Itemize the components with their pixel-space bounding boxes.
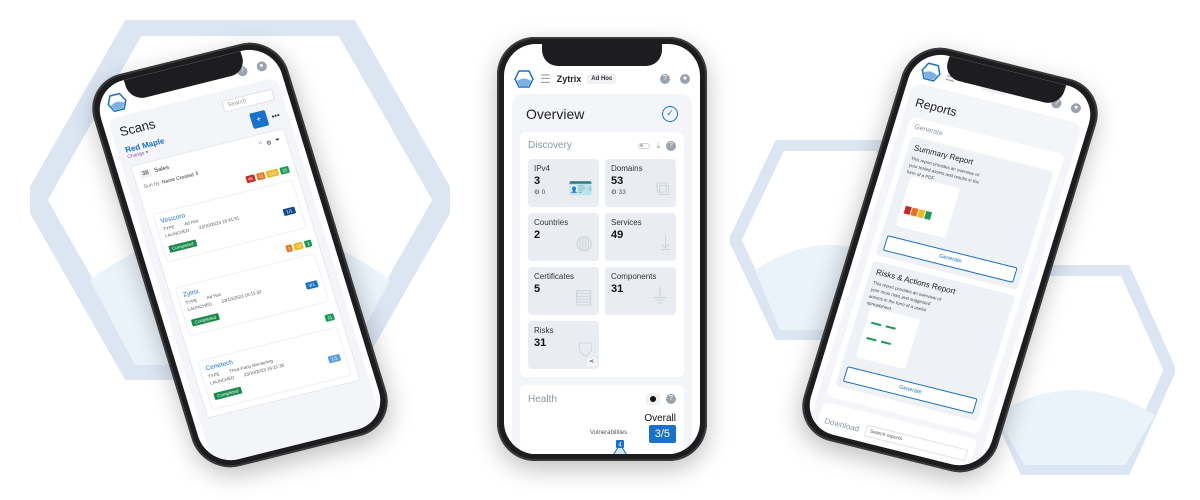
health-radar-chart: 4 — [613, 440, 627, 454]
sort-by-name[interactable]: Name — [161, 177, 176, 186]
add-scan-button[interactable]: + — [248, 110, 269, 130]
scan-ratio: 1/1 — [282, 206, 297, 217]
user-icon[interactable]: ● — [1069, 102, 1083, 115]
check-circle-icon[interactable]: ✓ — [662, 106, 678, 122]
column-header-name[interactable]: NAME — [820, 432, 834, 440]
logo-icon[interactable] — [514, 70, 534, 88]
filter-icon[interactable]: ⏷ — [274, 137, 281, 145]
overall-score: 3/5 — [648, 425, 676, 443]
report-thumbnail — [895, 176, 961, 239]
search-reports-input[interactable]: Search reports — [863, 424, 969, 462]
group-name: Sales — [153, 164, 170, 175]
globe-icon: ◍ — [575, 232, 593, 254]
download-title: Download — [823, 416, 861, 434]
severity-medium: 12 — [293, 241, 305, 251]
tile-risks[interactable]: Risks 31 ⛉ ⋖ — [528, 321, 599, 369]
discovery-panel: Discovery ⤓ ? IPv4 3 ⚙ 0 🪪 Domains 53 ⚙ … — [520, 132, 684, 377]
tile-countries[interactable]: Countries 2 ◍ — [528, 213, 599, 261]
discovery-tiles: IPv4 3 ⚙ 0 🪪 Domains 53 ⚙ 33 ⧉ Countries… — [528, 159, 676, 369]
group-count: 38 — [139, 168, 152, 179]
severity-low: 15 — [279, 165, 291, 175]
collapse-icon[interactable]: ^ — [259, 142, 264, 148]
severity-high: 1 — [285, 244, 294, 253]
tile-label: Countries — [534, 218, 569, 227]
download-tray-icon: ⤓ — [661, 232, 670, 254]
severity-high: 11 — [255, 171, 267, 181]
hamburger-icon[interactable]: ☰ — [540, 72, 551, 86]
tile-label: Domains — [611, 164, 643, 173]
help-icon[interactable]: ? — [666, 394, 676, 404]
phone-notch — [542, 44, 662, 66]
more-options-button[interactable]: ••• — [270, 110, 281, 121]
download-icon[interactable]: ⤓ — [656, 141, 660, 151]
tile-label: Services — [611, 218, 642, 227]
tile-services[interactable]: Services 49 ⤓ — [605, 213, 676, 261]
severity-medium: 241 — [266, 168, 280, 178]
tile-label: Risks — [534, 326, 554, 335]
logo-icon[interactable] — [919, 61, 944, 83]
settings-icon[interactable]: ⚙ — [265, 139, 273, 147]
discovery-title: Discovery — [528, 140, 572, 151]
user-icon[interactable]: ● — [255, 60, 269, 73]
app-name: Zytrix — [556, 74, 582, 84]
info-button[interactable] — [646, 393, 660, 405]
severity-critical: 45 — [245, 174, 256, 184]
status-badge: Completed — [168, 239, 198, 253]
logo-icon[interactable] — [105, 91, 130, 113]
severity-low: 11 — [324, 313, 336, 322]
generate-risks-button[interactable]: Generate — [842, 366, 978, 415]
id-card-icon: 🪪 — [568, 178, 593, 200]
sitemap-icon: ⧉ — [655, 178, 670, 200]
report-thumbnail — [855, 307, 921, 370]
phone-overview: ☰ Zytrix Ad Hoc ? ● Overview ✓ Discovery… — [497, 37, 707, 461]
phone-screen: ☰ Zytrix Ad Hoc ? ● Overview ✓ Discovery… — [504, 44, 700, 454]
top-bar: ☰ Zytrix Ad Hoc ? ● — [514, 68, 690, 90]
severity-low: 1 — [304, 239, 313, 248]
tile-domains[interactable]: Domains 53 ⚙ 33 ⧉ — [605, 159, 676, 207]
health-title: Health — [528, 393, 557, 405]
tile-label: IPv4 — [534, 164, 551, 173]
overview-content: Overview ✓ Discovery ⤓ ? IPv4 3 ⚙ 0 🪪 Do… — [512, 94, 692, 454]
page-title: Scans — [117, 116, 158, 140]
tile-components[interactable]: Components 31 ⏚ — [605, 267, 676, 315]
tile-label: Certificates — [534, 272, 575, 281]
report-card-risks: Risks & Actions Report This report provi… — [835, 260, 1016, 422]
mode-badge[interactable]: Ad Hoc — [587, 74, 617, 84]
overall-label: Overall — [644, 413, 676, 424]
status-badge: Completed — [190, 313, 220, 327]
tile-certificates[interactable]: Certificates 5 ▤ — [528, 267, 599, 315]
user-icon[interactable]: ● — [680, 74, 690, 84]
certificate-icon: ▤ — [574, 286, 593, 308]
plug-icon: ⏚ — [650, 286, 670, 308]
status-badge: Completed — [213, 386, 243, 401]
health-panel: Health ? Overall 3/5 Vulnerabilities 4 — [520, 385, 684, 454]
radar-axis-label: Vulnerabilities — [590, 430, 628, 436]
help-icon[interactable]: ? — [660, 74, 670, 84]
help-icon[interactable]: ? — [666, 140, 676, 151]
scan-ratio: 1/1 — [327, 353, 342, 364]
share-icon[interactable]: ⋖ — [587, 358, 596, 366]
toggle-switch[interactable] — [638, 142, 651, 149]
column-header-created[interactable]: CREATED — [861, 442, 883, 452]
scan-ratio: 3/1 — [304, 280, 319, 290]
tile-ipv4[interactable]: IPv4 3 ⚙ 0 🪪 — [528, 159, 599, 207]
page-title: Overview — [526, 106, 585, 122]
